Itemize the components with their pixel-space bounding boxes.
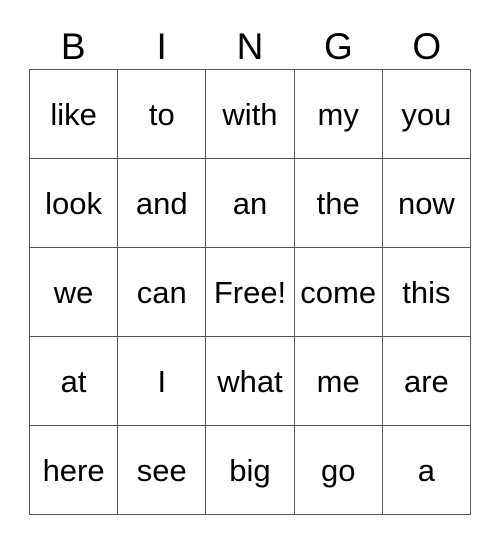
bingo-cell-r1c4[interactable]: my [294, 70, 383, 159]
bingo-cell-label: we [53, 274, 94, 310]
bingo-cell-r1c2[interactable]: to [118, 70, 207, 159]
bingo-cell-free-space[interactable]: Free! [206, 248, 295, 337]
bingo-cell-label: the [316, 185, 360, 221]
bingo-header-letter-g: G [324, 26, 353, 67]
bingo-cell-r3c1[interactable]: we [30, 248, 119, 337]
bingo-cell-label: and [135, 185, 188, 221]
bingo-cell-label: a [417, 452, 436, 488]
bingo-cell-r5c2[interactable]: see [118, 426, 207, 515]
bingo-header-row: B I N G O [29, 25, 471, 69]
bingo-cell-label: can [136, 274, 187, 310]
bingo-cell-label: now [397, 185, 455, 221]
bingo-cell-r5c4[interactable]: go [294, 426, 383, 515]
bingo-cell-r1c1[interactable]: like [30, 70, 119, 159]
bingo-cell-label: me [316, 363, 360, 399]
bingo-cell-r3c4[interactable]: come [294, 248, 383, 337]
bingo-cell-r3c5[interactable]: this [382, 248, 471, 337]
bingo-cell-label: here [42, 452, 105, 488]
bingo-cell-r2c1[interactable]: look [30, 159, 119, 248]
bingo-cell-r4c1[interactable]: at [30, 337, 119, 426]
bingo-cell-label: like [50, 96, 97, 132]
bingo-cell-label: big [229, 452, 271, 488]
bingo-cell-r4c2[interactable]: I [118, 337, 207, 426]
bingo-cell-r5c3[interactable]: big [206, 426, 295, 515]
bingo-cell-label: at [60, 363, 87, 399]
bingo-cell-r4c5[interactable]: are [382, 337, 471, 426]
bingo-cell-r3c2[interactable]: can [118, 248, 207, 337]
bingo-cell-label: to [148, 96, 175, 132]
bingo-cell-r4c4[interactable]: me [294, 337, 383, 426]
bingo-cell-label: this [402, 274, 451, 310]
bingo-cell-label: with [222, 96, 278, 132]
bingo-cell-label: go [320, 452, 356, 488]
bingo-cell-r2c3[interactable]: an [206, 159, 295, 248]
bingo-cell-r4c3[interactable]: what [206, 337, 295, 426]
bingo-header-letter-n: N [236, 26, 264, 67]
bingo-cell-label: see [136, 452, 187, 488]
bingo-cell-r1c3[interactable]: with [206, 70, 295, 159]
bingo-cell-r2c5[interactable]: now [382, 159, 471, 248]
bingo-cell-label: my [317, 96, 359, 132]
bingo-cell-label: look [45, 185, 103, 221]
bingo-header-letter-b: B [60, 26, 86, 67]
bingo-cell-r1c5[interactable]: you [382, 70, 471, 159]
bingo-card: B I N G O like to with my you look and a… [29, 25, 471, 515]
bingo-cell-label: are [403, 363, 449, 399]
bingo-cell-label: come [300, 274, 377, 310]
bingo-header-letter-o: O [412, 26, 442, 67]
bingo-cell-label: you [401, 96, 452, 132]
bingo-cell-r2c2[interactable]: and [118, 159, 207, 248]
bingo-cell-r5c5[interactable]: a [382, 426, 471, 515]
bingo-cell-r5c1[interactable]: here [30, 426, 119, 515]
bingo-cell-label: an [232, 185, 268, 221]
bingo-cell-r2c4[interactable]: the [294, 159, 383, 248]
bingo-header-letter-i: I [156, 26, 167, 67]
bingo-cell-label: what [217, 363, 283, 399]
bingo-cell-label: Free! [213, 274, 287, 310]
bingo-grid: like to with my you look and an the now … [29, 69, 471, 515]
bingo-cell-label: I [157, 363, 167, 399]
